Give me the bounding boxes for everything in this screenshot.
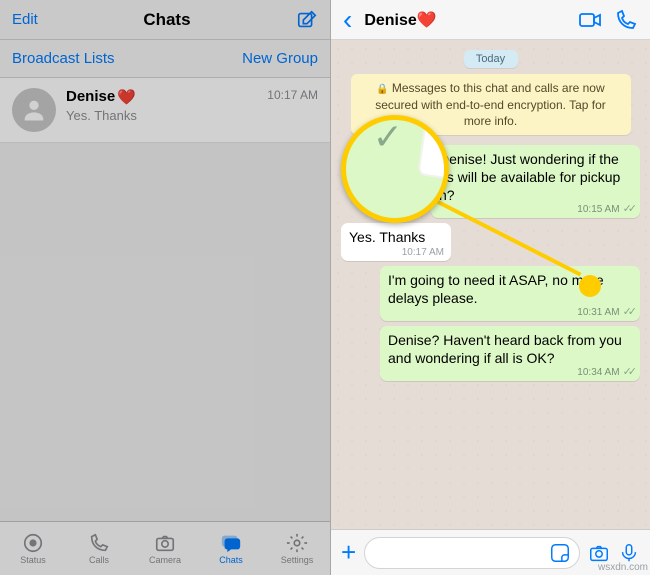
chat-list-item[interactable]: Denise ❤️ Yes. Thanks 10:17 AM — [0, 78, 330, 143]
tab-label: Status — [20, 555, 46, 565]
date-pill: Today — [464, 50, 518, 68]
new-group-link[interactable]: New Group — [242, 50, 318, 67]
tab-chats[interactable]: Chats — [198, 522, 264, 575]
back-button[interactable]: ‹ — [343, 6, 352, 34]
message-text: Denise? Haven't heard back from you and … — [388, 332, 622, 366]
heart-icon: ❤️ — [117, 88, 136, 106]
annotation-dot — [579, 275, 601, 297]
message-time: 10:31 AM — [577, 307, 619, 318]
message-text: Denise! Just wondering if the ns will be… — [439, 151, 620, 203]
message-list[interactable]: Today 🔒Messages to this chat and calls a… — [331, 40, 650, 529]
chat-name: Denise — [66, 88, 115, 106]
message-text: Yes. Thanks — [349, 229, 425, 245]
edit-button[interactable]: Edit — [12, 11, 38, 28]
attach-button[interactable]: + — [341, 537, 356, 568]
video-call-icon[interactable] — [578, 8, 602, 32]
chats-title: Chats — [38, 10, 296, 30]
sticker-icon[interactable] — [549, 542, 571, 564]
broadcast-lists-link[interactable]: Broadcast Lists — [12, 50, 115, 67]
message-outgoing[interactable]: Denise? Haven't heard back from you and … — [380, 326, 640, 381]
message-outgoing[interactable]: I'm going to need it ASAP, no more delay… — [380, 266, 640, 321]
conversation-header: ‹ Denise❤️ — [331, 0, 650, 40]
message-time: 10:17 AM — [402, 247, 444, 258]
magnifier-check-icon: ✓ — [373, 117, 403, 159]
tab-label: Settings — [281, 555, 314, 565]
message-time: 10:34 AM — [577, 367, 619, 378]
message-text: I'm going to need it ASAP, no more delay… — [388, 272, 604, 306]
chats-subheader: Broadcast Lists New Group — [0, 40, 330, 78]
chat-time: 10:17 AM — [267, 88, 318, 132]
tab-bar: Status Calls Camera Chats Settings — [0, 521, 330, 575]
mic-icon[interactable] — [618, 542, 640, 564]
avatar — [12, 88, 56, 132]
tab-label: Camera — [149, 555, 181, 565]
compose-icon[interactable] — [296, 9, 318, 31]
tab-camera[interactable]: Camera — [132, 522, 198, 575]
check-icon: ✓✓ — [623, 365, 633, 379]
tab-label: Calls — [89, 555, 109, 565]
chat-list-empty — [0, 143, 330, 521]
watermark: wsxdn.com — [598, 562, 648, 573]
message-incoming[interactable]: Yes. Thanks 10:17 AM — [341, 223, 451, 260]
message-input[interactable] — [364, 537, 580, 569]
check-icon: ✓✓ — [623, 305, 633, 319]
message-outgoing[interactable]: Denise! Just wondering if the ns will be… — [431, 145, 640, 219]
camera-icon[interactable] — [588, 542, 610, 564]
chats-header: Edit Chats — [0, 0, 330, 40]
voice-call-icon[interactable] — [614, 8, 638, 32]
conversation-pane: ‹ Denise❤️ Today 🔒Messages to this chat … — [331, 0, 650, 575]
lock-icon: 🔒 — [376, 84, 388, 95]
heart-icon: ❤️ — [417, 12, 437, 29]
message-time: 10:15 AM — [577, 204, 619, 215]
chat-preview: Yes. Thanks — [66, 108, 257, 123]
conversation-title[interactable]: Denise❤️ — [364, 10, 566, 30]
tab-calls[interactable]: Calls — [66, 522, 132, 575]
check-icon: ✓✓ — [623, 202, 633, 216]
annotation-magnifier: ore AM ✓ — [341, 115, 449, 223]
tab-label: Chats — [219, 555, 243, 565]
contact-name: Denise — [364, 12, 416, 29]
tab-settings[interactable]: Settings — [264, 522, 330, 575]
chats-pane: Edit Chats Broadcast Lists New Group Den… — [0, 0, 331, 575]
chat-info: Denise ❤️ Yes. Thanks — [66, 88, 257, 132]
tab-status[interactable]: Status — [0, 522, 66, 575]
